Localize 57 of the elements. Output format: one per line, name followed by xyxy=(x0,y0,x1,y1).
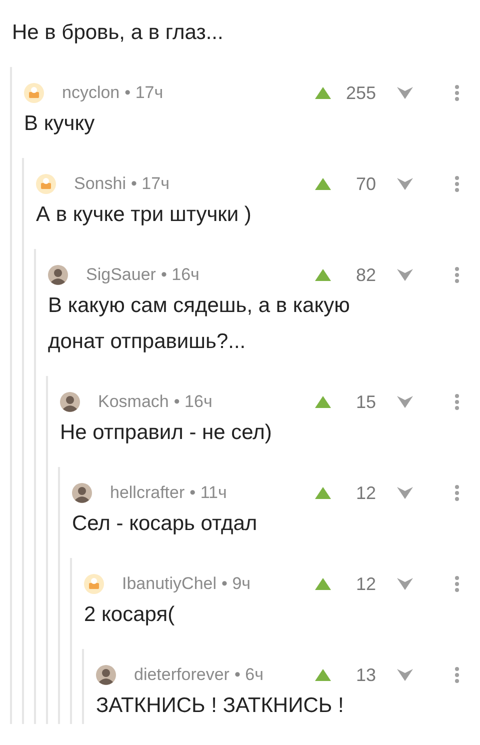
comment-text: 2 косаря( xyxy=(84,602,176,628)
comment-time: • 6ч xyxy=(234,665,264,685)
avatar-icon xyxy=(48,265,68,285)
comment-text: В кучку xyxy=(24,111,96,137)
author-name[interactable]: IbanutiyChel xyxy=(122,574,217,594)
more-icon[interactable] xyxy=(454,393,460,411)
vote-score: 15 xyxy=(354,392,376,412)
vote-score: 70 xyxy=(354,174,376,194)
comment-text: А в кучке три штучки ) xyxy=(36,202,252,228)
author-name[interactable]: dieterforever xyxy=(134,665,230,685)
comment-text: В какую сам сядешь, а в какую донат отправишь?... xyxy=(48,293,351,355)
upvote-icon[interactable] xyxy=(314,268,332,282)
downvote-icon[interactable] xyxy=(396,177,414,191)
comment-text: ЗАТКНИСЬ ! ЗАТКНИСЬ ! xyxy=(96,693,345,719)
more-icon[interactable] xyxy=(454,575,460,593)
author-name[interactable]: SigSauer xyxy=(86,265,156,285)
avatar-icon xyxy=(84,574,104,594)
author-name[interactable]: Kosmach xyxy=(98,392,169,412)
vote-score: 255 xyxy=(344,82,376,104)
avatar-icon xyxy=(36,174,56,194)
downvote-icon[interactable] xyxy=(396,395,414,409)
upvote-icon[interactable] xyxy=(314,577,332,591)
comment-text: Сел - косарь отдал xyxy=(72,511,258,537)
downvote-icon[interactable] xyxy=(396,86,414,100)
avatar-icon xyxy=(96,665,116,685)
comment-time: • 16ч xyxy=(160,265,200,285)
vote-score: 13 xyxy=(354,664,376,686)
author-name[interactable]: Sonshi xyxy=(74,174,126,194)
avatar-icon xyxy=(60,392,80,412)
vote-score: 12 xyxy=(354,574,376,594)
avatar-icon xyxy=(24,83,44,103)
more-icon[interactable] xyxy=(454,266,460,284)
upvote-icon[interactable] xyxy=(314,395,332,409)
comment-text: Не в бровь, а в глаз... xyxy=(12,20,224,46)
upvote-icon[interactable] xyxy=(314,86,332,100)
upvote-icon[interactable] xyxy=(314,486,332,500)
more-icon[interactable] xyxy=(454,175,460,193)
vote-score: 82 xyxy=(354,264,376,286)
comment-time: • 17ч xyxy=(130,174,170,194)
more-icon[interactable] xyxy=(454,484,460,502)
upvote-icon[interactable] xyxy=(314,177,332,191)
avatar-icon xyxy=(72,483,92,503)
downvote-icon[interactable] xyxy=(396,268,414,282)
comment-time: • 17ч xyxy=(124,83,164,103)
comment-time: • 9ч xyxy=(222,574,251,594)
upvote-icon[interactable] xyxy=(314,668,332,682)
comment-time: • 16ч xyxy=(174,392,212,412)
downvote-icon[interactable] xyxy=(396,577,414,591)
more-icon[interactable] xyxy=(454,84,460,102)
downvote-icon[interactable] xyxy=(396,486,414,500)
downvote-icon[interactable] xyxy=(396,668,414,682)
comment-text: Не отправил - не сел) xyxy=(60,420,273,446)
author-name[interactable]: ncyclon xyxy=(62,83,120,103)
more-icon[interactable] xyxy=(454,666,460,684)
comment-time: • 11ч xyxy=(190,483,227,503)
author-name[interactable]: hellcrafter xyxy=(110,483,185,503)
vote-score: 12 xyxy=(354,482,376,504)
